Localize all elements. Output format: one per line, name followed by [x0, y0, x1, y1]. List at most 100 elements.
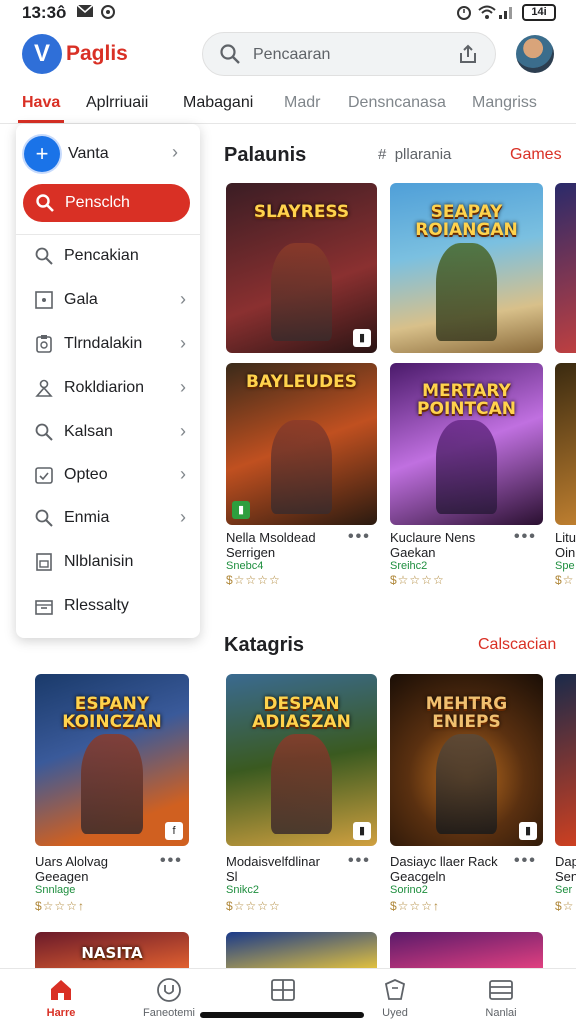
tab-mabagani[interactable]: Mabagani: [183, 94, 253, 112]
menu-item[interactable]: Opteo ›: [16, 455, 200, 495]
more-options-icon[interactable]: •••: [514, 528, 537, 546]
game-card[interactable]: MERTARY POINTCAN: [390, 363, 543, 525]
game-banner: MEHTRG ENIEPS: [425, 693, 508, 732]
search-placeholder[interactable]: Pencaaran: [253, 46, 330, 64]
nav-label: Harre: [46, 1007, 76, 1019]
game-banner: NASITA: [81, 944, 143, 962]
chevron-right-icon: ›: [180, 421, 186, 441]
game-title-line2: Oin: [555, 545, 576, 560]
game-category: Snnlage: [35, 884, 76, 896]
game-category: Sreihc2: [390, 560, 428, 572]
section-link[interactable]: Calscacian: [478, 636, 556, 654]
sync-icon: [100, 4, 116, 24]
search-icon: [35, 509, 53, 527]
game-card[interactable]: [390, 932, 543, 968]
game-card[interactable]: BAYLEUDES ▮: [226, 363, 377, 525]
character-figure: [435, 242, 498, 342]
tab-madr[interactable]: Madr: [284, 94, 320, 112]
menu-item[interactable]: Rokldiarion ›: [16, 368, 200, 408]
game-category: Ser: [555, 884, 573, 896]
game-artwork: [226, 932, 377, 968]
library-icon: [489, 980, 513, 1000]
chevron-right-icon: ›: [172, 142, 178, 162]
chevron-right-icon: ›: [180, 507, 186, 527]
nav-nanlai[interactable]: Nanlai: [446, 975, 556, 1021]
game-card[interactable]: SEAPAY ROIANGAN: [390, 183, 543, 353]
home-indicator[interactable]: [200, 1012, 364, 1018]
signal-icon: [498, 4, 514, 24]
game-rating: $☆☆☆☆: [226, 899, 281, 913]
document-icon: [36, 553, 52, 571]
mail-icon: [76, 4, 94, 22]
section-link[interactable]: Games: [510, 146, 562, 164]
nav-label: Nanlai: [485, 1007, 517, 1019]
menu-item-label: Enmia: [64, 509, 110, 526]
game-title[interactable]: Litu: [555, 530, 576, 545]
game-banner: BAYLEUDES: [245, 371, 357, 392]
game-banner: ESPANY KOINCZAN: [62, 693, 162, 732]
tab-aplrriuaii[interactable]: Aplrriuaii: [86, 94, 148, 112]
game-artwork: [555, 363, 576, 525]
chevron-right-icon: ›: [180, 289, 186, 309]
game-rating: $☆☆☆☆: [226, 573, 281, 587]
game-title[interactable]: Dasiayc llaer Rack: [390, 854, 498, 869]
game-card[interactable]: MEHTRG ENIEPS ▮: [390, 674, 543, 846]
plus-icon[interactable]: +: [24, 136, 60, 172]
menu-item[interactable]: Enmia ›: [16, 498, 200, 538]
game-card[interactable]: NASITA: [35, 932, 189, 968]
game-category: Sorino2: [390, 884, 428, 896]
game-card[interactable]: [226, 932, 377, 968]
game-title-line2: Sl: [226, 869, 238, 884]
character-figure: [435, 419, 498, 514]
game-rating: $☆: [555, 573, 575, 587]
game-title[interactable]: Kuclaure Nens: [390, 530, 475, 545]
game-card[interactable]: SLAYRESS ▮: [226, 183, 377, 353]
alarm-icon: [456, 4, 472, 24]
share-icon[interactable]: [457, 43, 479, 65]
tab-densncanasa[interactable]: Densncanasa: [348, 94, 446, 112]
character-figure: [271, 419, 332, 514]
character-figure: [81, 734, 143, 834]
menu-header-item[interactable]: + Vanta ›: [24, 136, 192, 172]
clipboard-icon: [36, 335, 52, 353]
game-card[interactable]: ESPANY KOINCZAN f: [35, 674, 189, 846]
menu-item[interactable]: Tlrndalakin ›: [16, 324, 200, 364]
app-logo[interactable]: V: [22, 34, 62, 74]
circle-icon: [157, 978, 181, 1002]
avatar[interactable]: [516, 35, 554, 73]
menu-search-button[interactable]: Pensclch: [23, 184, 190, 222]
game-card[interactable]: DESPAN ADIASZAN ▮: [226, 674, 377, 846]
game-card[interactable]: [555, 363, 576, 525]
more-options-icon[interactable]: •••: [348, 528, 371, 546]
game-artwork: [555, 183, 576, 353]
game-title[interactable]: Nella Msoldead: [226, 530, 316, 545]
game-artwork: [390, 932, 543, 968]
tab-mangriss[interactable]: Mangriss: [472, 94, 537, 112]
game-title-line2: Sen: [555, 869, 576, 884]
game-artwork: [555, 674, 576, 846]
search-icon: [35, 247, 53, 265]
game-rating: $☆☆☆↑: [35, 899, 85, 913]
more-options-icon[interactable]: •••: [348, 852, 371, 870]
menu-item[interactable]: Rlessalty: [16, 586, 200, 626]
status-bar: 13:3ô 14i: [0, 0, 576, 26]
tab-hava[interactable]: Hava: [22, 94, 60, 112]
menu-item[interactable]: Kalsan ›: [16, 412, 200, 452]
game-title[interactable]: Dap: [555, 854, 576, 869]
search-bar[interactable]: Pencaaran: [202, 32, 496, 76]
game-title[interactable]: Uars Alolvag: [35, 854, 108, 869]
nav-home[interactable]: Harre: [6, 975, 116, 1021]
menu-item[interactable]: Nlblanisin: [16, 542, 200, 582]
more-options-icon[interactable]: •••: [160, 852, 183, 870]
more-options-icon[interactable]: •••: [514, 852, 537, 870]
app-name: Paglis: [66, 42, 128, 65]
search-icon: [220, 44, 240, 64]
menu-item[interactable]: Pencakian: [16, 236, 200, 276]
section-tag[interactable]: # pllarania: [378, 146, 451, 163]
menu-item-label: Tlrndalakin: [64, 335, 143, 352]
game-card[interactable]: [555, 674, 576, 846]
game-card[interactable]: [555, 183, 576, 353]
game-title-line2: Geeagen: [35, 869, 89, 884]
game-title[interactable]: Modaisvelfdlinar: [226, 854, 320, 869]
menu-item[interactable]: Gala ›: [16, 280, 200, 320]
